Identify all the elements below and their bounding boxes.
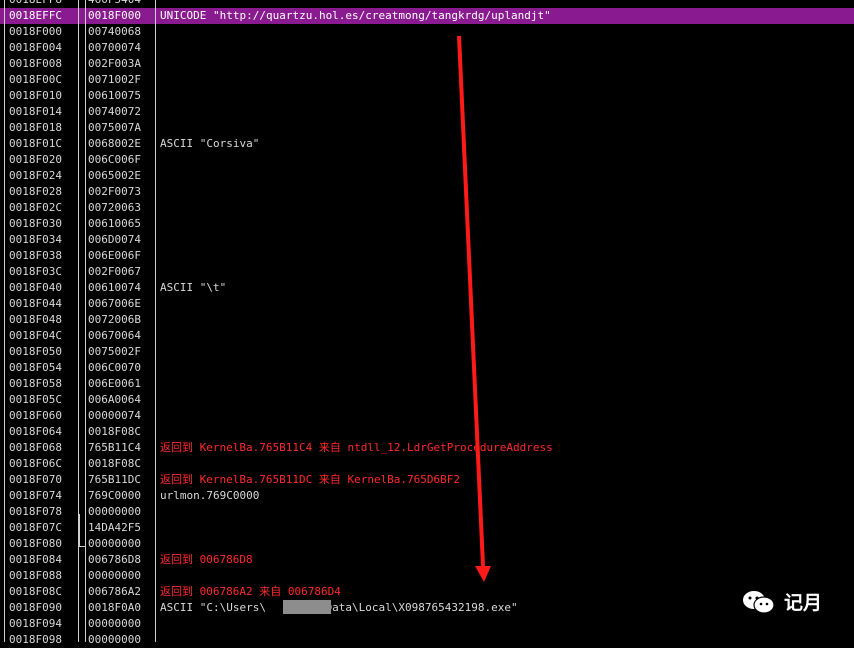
annotation-arrow — [457, 35, 491, 582]
watermark: 记月 — [742, 588, 822, 615]
watermark-text: 记月 — [784, 592, 823, 614]
wechat-icon — [743, 590, 775, 614]
